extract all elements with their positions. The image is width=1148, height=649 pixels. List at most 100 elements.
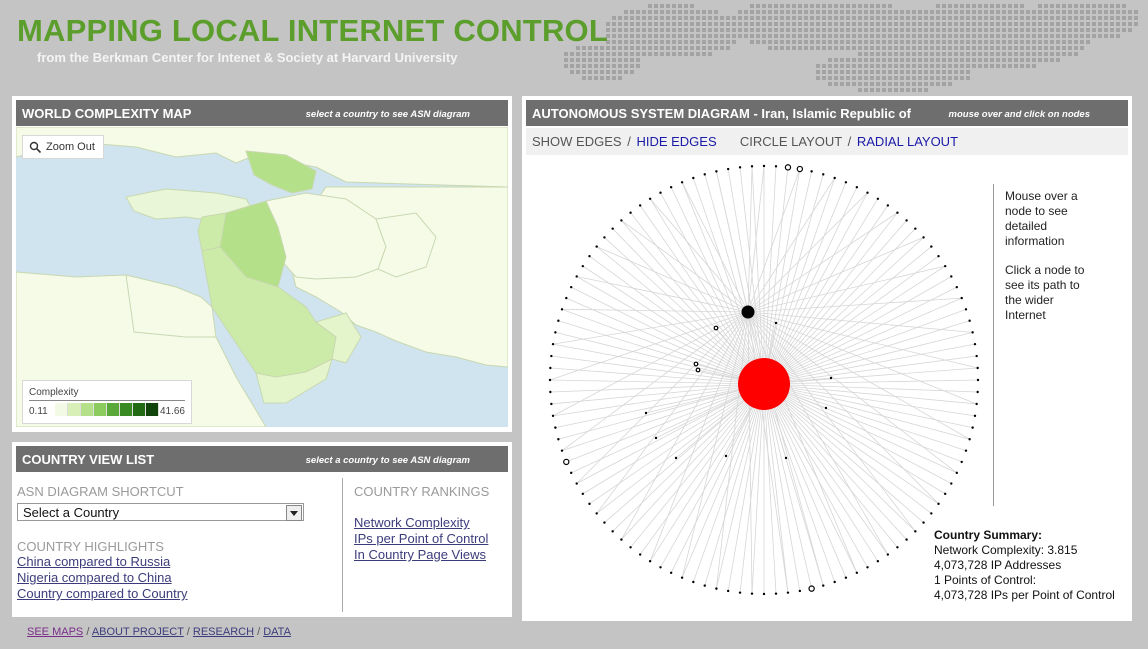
asn-node[interactable]	[620, 219, 623, 222]
asn-node[interactable]	[930, 245, 933, 248]
asn-node[interactable]	[822, 584, 825, 587]
asn-node[interactable]	[588, 254, 591, 258]
asn-node[interactable]	[796, 165, 804, 173]
asn-node[interactable]	[565, 296, 568, 300]
asn-node[interactable]	[964, 449, 968, 452]
asn-node[interactable]	[937, 254, 940, 258]
asn-node[interactable]	[943, 264, 947, 268]
asn-node[interactable]	[844, 576, 848, 579]
asn-node[interactable]	[569, 285, 573, 289]
world-complexity-map[interactable]: Zoom Out Complexity 0.11 41.66	[16, 127, 508, 427]
highlight-link-country-country[interactable]: Country compared to Country	[17, 586, 337, 602]
asn-node[interactable]	[976, 390, 979, 394]
asn-node[interactable]	[549, 390, 552, 394]
asn-node[interactable]	[855, 185, 859, 189]
asn-node[interactable]	[560, 308, 564, 311]
asn-node[interactable]	[550, 402, 553, 406]
asn-node[interactable]	[659, 566, 662, 569]
asn-node[interactable]	[674, 456, 678, 460]
asn-node[interactable]	[922, 521, 925, 524]
asn-node[interactable]	[713, 325, 719, 331]
asn-node[interactable]	[549, 366, 552, 370]
asn-node[interactable]	[774, 165, 778, 168]
asn-node[interactable]	[715, 170, 718, 173]
show-edges-button[interactable]: SHOW EDGES	[532, 134, 622, 149]
asn-node[interactable]	[551, 342, 555, 346]
asn-node[interactable]	[886, 204, 890, 207]
asn-node[interactable]	[557, 319, 560, 322]
asn-node[interactable]	[680, 576, 684, 579]
asn-node[interactable]	[693, 361, 699, 367]
asn-node[interactable]	[603, 521, 606, 524]
asn-node[interactable]	[833, 176, 836, 180]
country-select[interactable]: Select a Country	[17, 503, 304, 521]
asn-node[interactable]	[595, 245, 598, 248]
asn-node[interactable]	[973, 342, 977, 346]
asn-node[interactable]	[588, 502, 591, 506]
asn-node[interactable]	[955, 285, 959, 289]
asn-node[interactable]	[715, 587, 718, 590]
highlight-link-nigeria-china[interactable]: Nigeria compared to China	[17, 570, 337, 586]
asn-node[interactable]	[914, 227, 917, 230]
asn-node[interactable]	[648, 197, 652, 201]
asn-node[interactable]	[550, 354, 553, 358]
asn-node[interactable]	[629, 546, 632, 549]
asn-node[interactable]	[905, 538, 908, 541]
asn-node[interactable]	[548, 378, 552, 382]
asn-node[interactable]	[784, 456, 788, 460]
asn-node[interactable]	[784, 164, 792, 171]
asn-hub-node[interactable]	[741, 305, 755, 319]
asn-node[interactable]	[680, 181, 684, 184]
asn-node[interactable]	[659, 191, 662, 194]
asn-node[interactable]	[654, 436, 658, 440]
asn-node[interactable]	[798, 589, 802, 593]
asn-node[interactable]	[975, 402, 978, 406]
asn-node[interactable]	[750, 592, 754, 595]
zoom-out-button[interactable]: Zoom Out	[22, 135, 104, 159]
asn-node[interactable]	[669, 571, 673, 575]
asn-node[interactable]	[829, 376, 833, 380]
asn-node[interactable]	[896, 546, 899, 549]
asn-node[interactable]	[551, 414, 555, 418]
asn-node[interactable]	[629, 211, 632, 214]
asn-node[interactable]	[976, 378, 980, 382]
asn-node[interactable]	[810, 170, 813, 173]
asn-node[interactable]	[569, 471, 573, 475]
asn-node[interactable]	[971, 426, 974, 429]
asn-node[interactable]	[695, 367, 701, 373]
asn-node[interactable]	[726, 167, 730, 171]
asn-node[interactable]	[855, 571, 859, 575]
asn-node[interactable]	[692, 580, 695, 584]
asn-node[interactable]	[922, 236, 925, 239]
asn-node[interactable]	[581, 264, 585, 268]
asn-node[interactable]	[937, 502, 940, 506]
asn-node[interactable]	[774, 321, 778, 325]
asn-node[interactable]	[866, 191, 869, 194]
asn-node[interactable]	[603, 236, 606, 239]
asn-node[interactable]	[968, 319, 971, 322]
radial-layout-button[interactable]: RADIAL LAYOUT	[857, 134, 958, 149]
asn-node[interactable]	[726, 589, 730, 593]
ranking-link-network-complexity[interactable]: Network Complexity	[354, 515, 504, 531]
asn-node[interactable]	[703, 173, 706, 176]
asn-network-graph[interactable]	[526, 158, 986, 614]
asn-node[interactable]	[762, 164, 766, 168]
asn-node[interactable]	[960, 460, 963, 464]
asn-node[interactable]	[738, 591, 742, 594]
asn-node[interactable]	[703, 584, 706, 587]
ranking-link-page-views[interactable]: In Country Page Views	[354, 547, 504, 563]
footer-link-see-maps[interactable]: SEE MAPS	[27, 626, 83, 638]
asn-node[interactable]	[824, 406, 828, 410]
asn-node[interactable]	[876, 197, 880, 201]
asn-node[interactable]	[950, 275, 953, 278]
asn-node[interactable]	[554, 331, 557, 334]
asn-node[interactable]	[554, 426, 557, 429]
circle-layout-button[interactable]: CIRCLE LAYOUT	[740, 134, 842, 149]
asn-central-node[interactable]	[738, 358, 790, 410]
asn-node[interactable]	[738, 166, 742, 169]
asn-node[interactable]	[611, 530, 614, 533]
asn-node[interactable]	[750, 165, 754, 168]
asn-node[interactable]	[762, 592, 766, 596]
asn-node[interactable]	[638, 553, 642, 556]
asn-node[interactable]	[876, 559, 880, 563]
